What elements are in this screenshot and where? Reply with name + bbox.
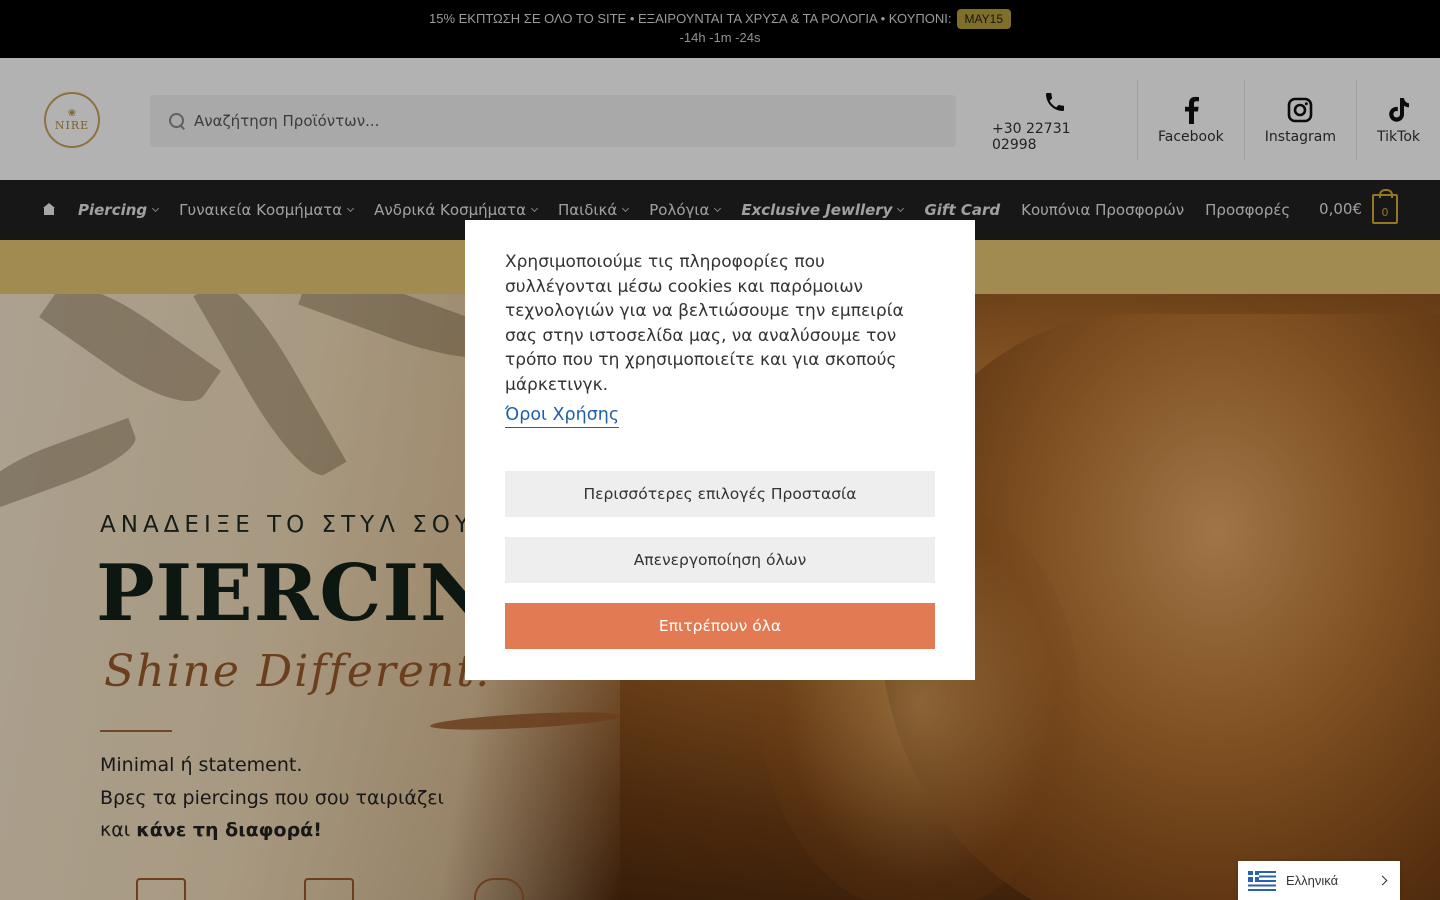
more-options-button[interactable]: Περισσότερες επιλογές Προστασία (505, 471, 935, 517)
cookie-consent-modal: Χρησιμοποιούμε τις πληροφορίες που συλλέ… (465, 220, 975, 680)
greek-flag-icon (1248, 870, 1276, 891)
cookie-text: Χρησιμοποιούμε τις πληροφορίες που συλλέ… (505, 252, 904, 395)
deny-all-button[interactable]: Απενεργοποίηση όλων (505, 537, 935, 583)
language-label: Ελληνικά (1286, 873, 1339, 888)
allow-all-button[interactable]: Επιτρέπουν όλα (505, 603, 935, 649)
terms-link[interactable]: Όροι Χρήσης (505, 405, 620, 428)
language-switcher[interactable]: Ελληνικά (1238, 861, 1400, 900)
chevron-right-icon (1377, 875, 1388, 886)
